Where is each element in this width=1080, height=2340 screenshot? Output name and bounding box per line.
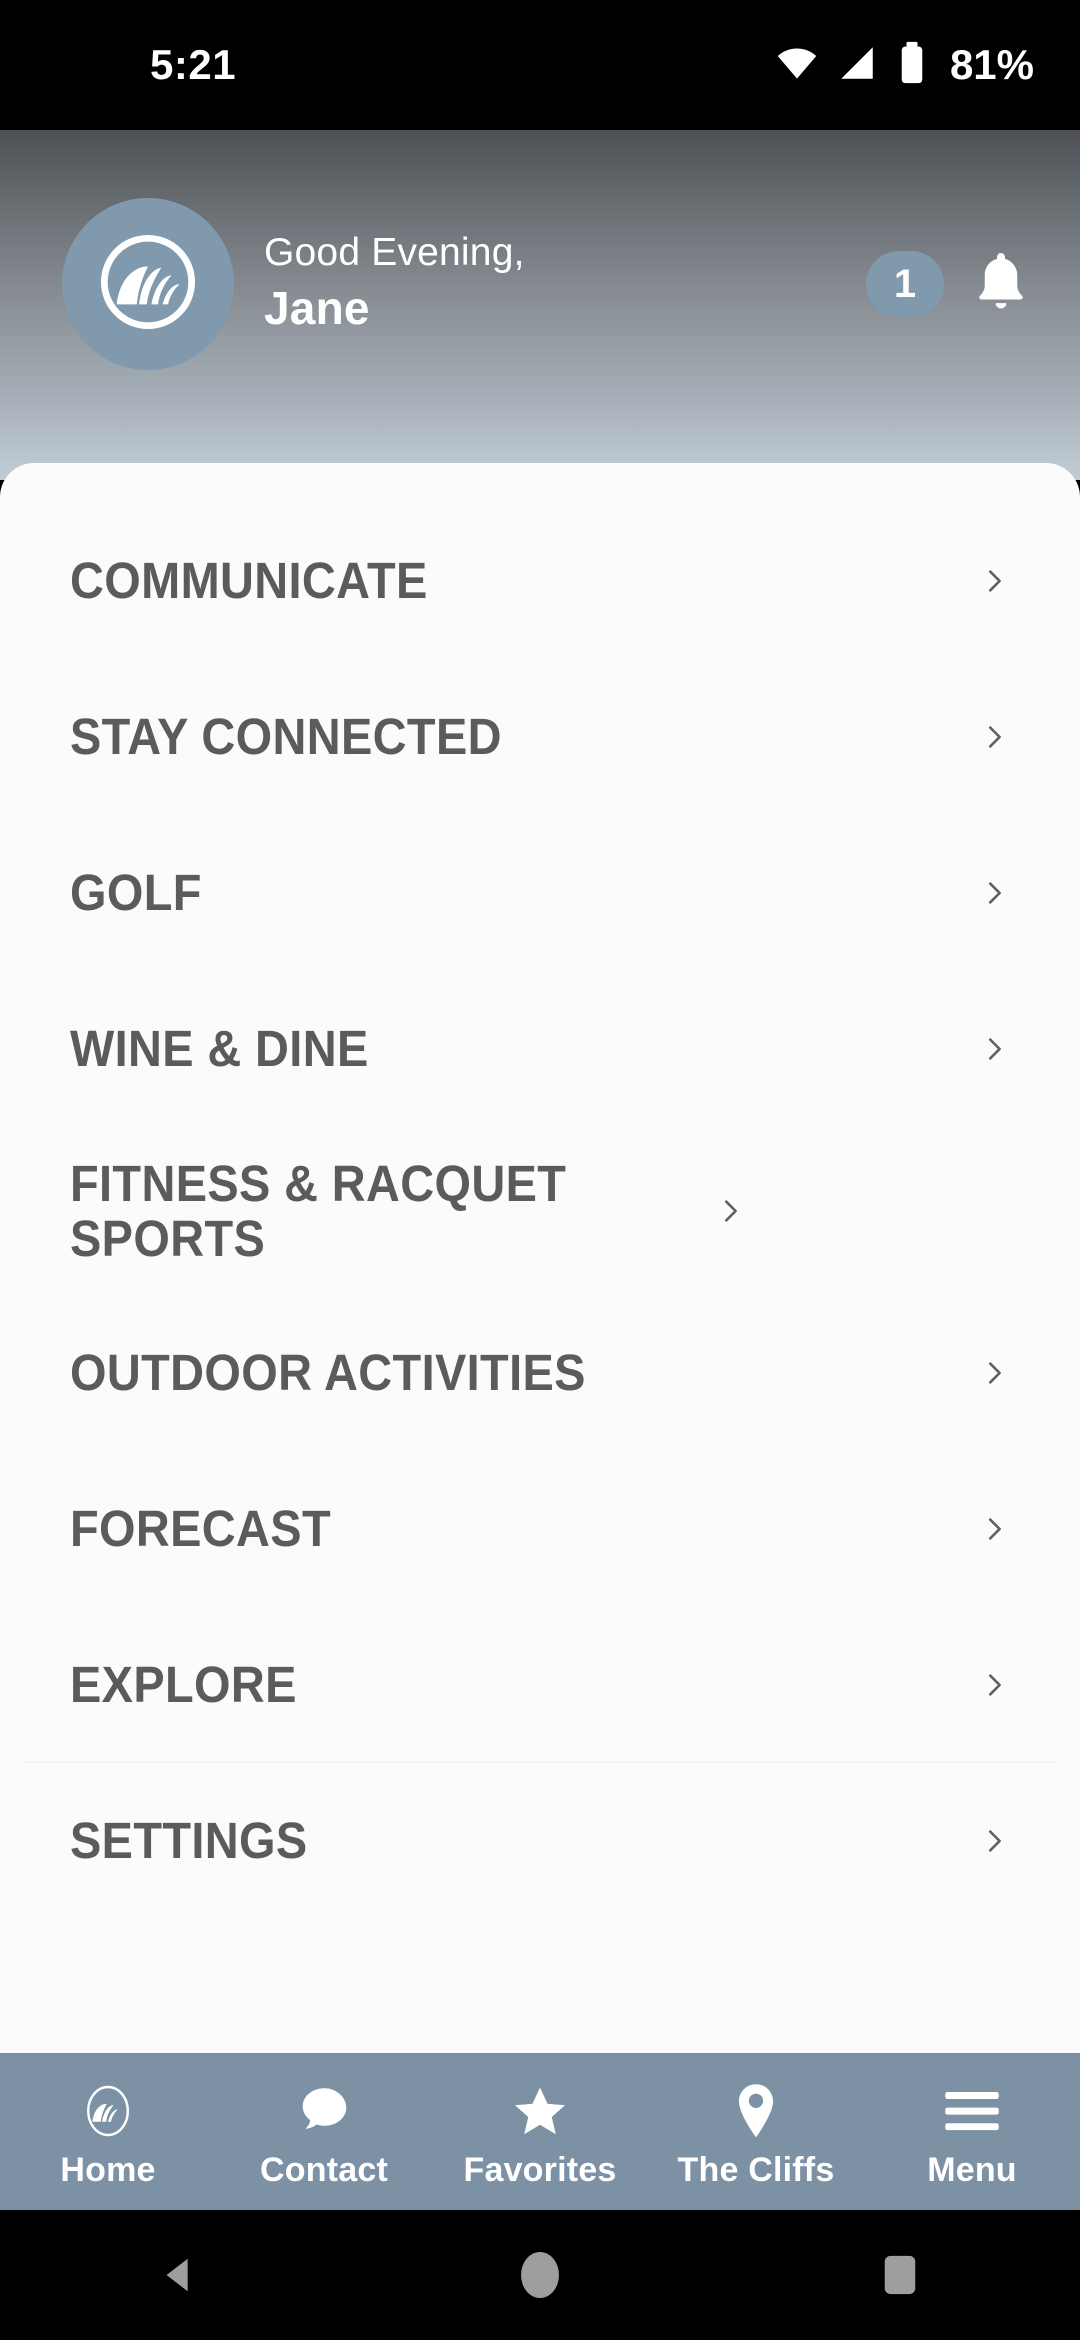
tab-label: The Cliffs: [677, 2150, 835, 2189]
tab-contact[interactable]: Contact: [216, 2053, 432, 2210]
chevron-right-icon: [974, 561, 1014, 601]
menu-item-wine-and-dine[interactable]: WINE & DINE: [0, 971, 1080, 1127]
menu-card: COMMUNICATE STAY CONNECTED GOLF WINE & D…: [0, 463, 1080, 2053]
greeting-text: Good Evening,: [264, 230, 525, 274]
menu-item-label: GOLF: [70, 864, 202, 922]
status-bar-clock: 5:21: [150, 41, 237, 88]
chevron-right-icon: [974, 1665, 1014, 1705]
chevron-right-icon: [974, 1509, 1014, 1549]
menu-item-label: WINE & DINE: [70, 1020, 369, 1078]
tab-label: Contact: [260, 2150, 388, 2189]
location-pin-icon: [728, 2080, 784, 2142]
chevron-right-icon: [974, 1821, 1014, 1861]
back-button[interactable]: [120, 2240, 240, 2310]
menu-item-golf[interactable]: GOLF: [0, 815, 1080, 971]
star-icon: [510, 2080, 570, 2142]
menu-item-explore[interactable]: EXPLORE: [0, 1607, 1080, 1763]
header-actions: 1: [866, 247, 1036, 321]
bottom-tab-bar: Home Contact Favorites The Cliffs Menu: [0, 2053, 1080, 2210]
chevron-right-icon: [710, 1191, 750, 1231]
greeting-block: Good Evening, Jane: [264, 231, 866, 337]
chevron-right-icon: [974, 873, 1014, 913]
tab-label: Home: [60, 2150, 156, 2189]
status-bar: 5:21 81%: [0, 0, 1080, 130]
speech-bubble-icon: [295, 2080, 353, 2142]
android-navigation-bar: [0, 2210, 1080, 2340]
header-content-row: Good Evening, Jane 1: [0, 198, 1080, 370]
phone-screen: 5:21 81% Good Evening, Jane 1 COMMUNICAT…: [0, 0, 1080, 2340]
menu-item-label: COMMUNICATE: [70, 552, 428, 610]
notifications-bell-button[interactable]: [966, 247, 1036, 321]
menu-item-label: STAY CONNECTED: [70, 708, 502, 766]
main-menu-list: COMMUNICATE STAY CONNECTED GOLF WINE & D…: [0, 463, 1080, 1919]
chevron-right-icon: [974, 1353, 1014, 1393]
user-name-text: Jane: [264, 281, 370, 334]
wifi-icon: [775, 41, 819, 90]
tab-menu[interactable]: Menu: [864, 2053, 1080, 2210]
tab-label: Menu: [927, 2150, 1017, 2189]
header-hero: Good Evening, Jane 1: [0, 130, 1080, 480]
menu-item-forecast[interactable]: FORECAST: [0, 1451, 1080, 1607]
menu-item-label: EXPLORE: [70, 1656, 297, 1714]
bell-icon: [970, 249, 1032, 320]
menu-item-label: FITNESS & RACQUET SPORTS: [70, 1154, 567, 1267]
cellular-signal-icon: [836, 42, 878, 89]
cliffs-logo-icon: [78, 2080, 138, 2142]
menu-item-outdoor-activities[interactable]: OUTDOOR ACTIVITIES: [0, 1295, 1080, 1451]
tab-label: Favorites: [463, 2150, 617, 2189]
menu-item-label: FORECAST: [70, 1500, 332, 1558]
menu-item-fitness-and-racquet-sports[interactable]: FITNESS & RACQUET SPORTS: [0, 1127, 1080, 1295]
avatar[interactable]: [62, 198, 234, 370]
menu-item-label: SETTINGS: [70, 1812, 308, 1870]
menu-item-stay-connected[interactable]: STAY CONNECTED: [0, 659, 1080, 815]
tab-home[interactable]: Home: [0, 2053, 216, 2210]
menu-item-communicate[interactable]: COMMUNICATE: [0, 503, 1080, 659]
notification-count-badge[interactable]: 1: [866, 251, 944, 317]
chevron-right-icon: [974, 1029, 1014, 1069]
home-button[interactable]: [480, 2240, 600, 2310]
menu-item-settings[interactable]: SETTINGS: [0, 1763, 1080, 1919]
status-bar-indicators: 81%: [775, 41, 1034, 90]
battery-icon: [895, 41, 929, 90]
menu-item-label: OUTDOOR ACTIVITIES: [70, 1344, 586, 1402]
tab-favorites[interactable]: Favorites: [432, 2053, 648, 2210]
recents-button[interactable]: [840, 2240, 960, 2310]
chevron-right-icon: [974, 717, 1014, 757]
hamburger-menu-icon: [943, 2080, 1001, 2142]
tab-the-cliffs[interactable]: The Cliffs: [648, 2053, 864, 2210]
cliffs-logo-icon: [92, 226, 204, 343]
battery-percent-label: 81%: [949, 41, 1034, 88]
